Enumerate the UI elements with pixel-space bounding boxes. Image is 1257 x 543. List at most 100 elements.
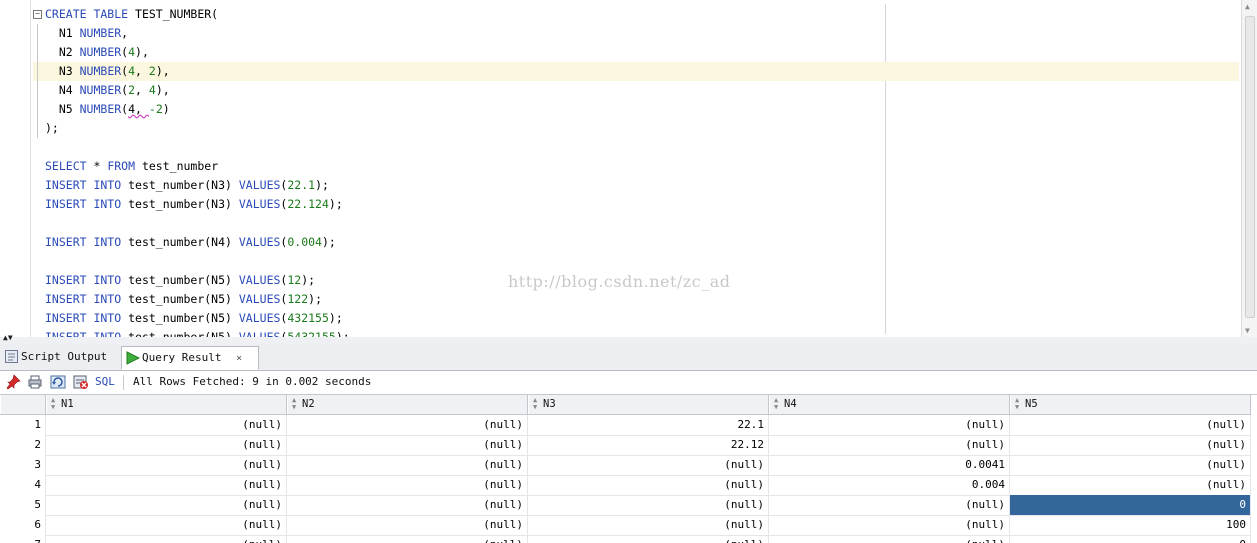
table-cell[interactable]: (null) [46, 535, 287, 543]
sort-icon[interactable]: ▲ ▼ [51, 397, 59, 411]
sort-icon[interactable]: ▲ ▼ [774, 397, 782, 411]
table-cell[interactable]: (null) [769, 415, 1010, 435]
table-cell[interactable]: 22.12 [528, 435, 769, 455]
row-number[interactable]: 6 [0, 515, 46, 535]
sql-worksheet-editor[interactable]: − CREATE TABLE TEST_NUMBER( N1 NUMBER, N2… [0, 0, 1257, 338]
code-line[interactable]: N3 NUMBER(4, 2), [33, 62, 1239, 81]
print-icon[interactable] [27, 374, 43, 390]
table-cell[interactable]: (null) [287, 415, 528, 435]
table-row[interactable]: 3 (null) (null) (null) 0.0041 (null) [0, 455, 1257, 476]
table-cell[interactable]: (null) [528, 515, 769, 535]
table-row[interactable]: 7(null)(null)(null)(null)0 [0, 535, 1257, 543]
code-line[interactable]: INSERT INTO test_number(N5) VALUES(122); [33, 290, 1239, 309]
table-cell[interactable]: (null) [528, 495, 769, 515]
code-token: NUMBER [79, 83, 122, 97]
table-cell[interactable]: 0 [1010, 535, 1251, 543]
scroll-up-icon[interactable]: ▲ [1245, 2, 1250, 11]
scroll-thumb[interactable] [1245, 16, 1255, 318]
table-cell[interactable]: (null) [287, 435, 528, 455]
row-number[interactable]: 3 [0, 455, 46, 475]
code-line[interactable] [33, 214, 1239, 233]
query-result-grid[interactable]: ▲ ▼ N1 ▲ ▼ N2 ▲ ▼ N3 ▲ ▼ N4 ▲ ▼ N5 1 (null) (null) 22… [0, 395, 1257, 543]
code-token: ); [308, 292, 322, 306]
grid-vertical-scrollbar[interactable] [1251, 395, 1257, 543]
code-line[interactable]: SELECT * FROM test_number [33, 157, 1239, 176]
table-cell[interactable]: (null) [769, 495, 1010, 515]
table-cell[interactable]: (null) [46, 415, 287, 435]
column-header-n4[interactable]: ▲ ▼ N4 [769, 395, 1010, 414]
row-number[interactable]: 7 [0, 535, 46, 543]
table-cell[interactable]: (null) [1010, 475, 1251, 495]
code-line[interactable]: N2 NUMBER(4), [33, 43, 1239, 62]
table-cell[interactable]: (null) [1010, 435, 1251, 455]
fetch-status: All Rows Fetched: 9 in 0.002 seconds [133, 375, 372, 388]
tab-query-result[interactable]: Query Result × [121, 346, 259, 370]
table-cell[interactable]: (null) [287, 535, 528, 543]
table-cell[interactable]: (null) [528, 475, 769, 495]
sort-icon[interactable]: ▲ ▼ [1015, 397, 1023, 411]
collapse-arrows-icon[interactable]: ▲▼ [3, 334, 13, 342]
sort-icon[interactable]: ▲ ▼ [292, 397, 300, 411]
code-line[interactable]: INSERT INTO test_number(N4) VALUES(0.004… [33, 233, 1239, 252]
table-cell[interactable]: (null) [287, 495, 528, 515]
table-row[interactable]: 1 (null) (null) 22.1 (null) (null) [0, 415, 1257, 436]
table-cell[interactable]: (null) [46, 495, 287, 515]
table-cell[interactable]: (null) [528, 535, 769, 543]
table-cell[interactable]: 22.1 [528, 415, 769, 435]
panel-splitter[interactable]: ▲▼ [0, 334, 1257, 344]
table-cell[interactable]: (null) [46, 515, 287, 535]
scroll-down-icon[interactable]: ▼ [1245, 326, 1250, 335]
row-number[interactable]: 1 [0, 415, 46, 435]
code-line[interactable]: INSERT INTO test_number(N3) VALUES(22.12… [33, 195, 1239, 214]
sql-button[interactable]: SQL [95, 375, 115, 388]
refresh-icon[interactable] [50, 374, 66, 390]
column-header-n3[interactable]: ▲ ▼ N3 [528, 395, 769, 414]
table-cell[interactable]: (null) [528, 455, 769, 475]
table-cell[interactable]: (null) [769, 435, 1010, 455]
table-row[interactable]: 4 (null) (null) (null) 0.004 (null) [0, 475, 1257, 496]
code-line[interactable]: N5 NUMBER(4, -2) [33, 100, 1239, 119]
row-number[interactable]: 5 [0, 495, 46, 515]
line-gutter [0, 0, 31, 337]
column-header-n1[interactable]: ▲ ▼ N1 [46, 395, 287, 414]
code-line[interactable]: ); [33, 119, 1239, 138]
cancel-query-icon[interactable] [73, 374, 89, 390]
code-line[interactable] [33, 252, 1239, 271]
column-header-n5[interactable]: ▲ ▼ N5 [1010, 395, 1251, 414]
sort-icon[interactable]: ▲ ▼ [533, 397, 541, 411]
table-cell[interactable]: (null) [46, 475, 287, 495]
code-line[interactable]: INSERT INTO test_number(N3) VALUES(22.1)… [33, 176, 1239, 195]
table-cell[interactable]: (null) [769, 535, 1010, 543]
table-cell[interactable]: 0.0041 [769, 455, 1010, 475]
row-number[interactable]: 2 [0, 435, 46, 455]
code-token: ), [155, 64, 170, 78]
pin-icon[interactable] [5, 374, 21, 390]
table-cell[interactable]: (null) [287, 515, 528, 535]
table-row[interactable]: 2 (null) (null) 22.12 (null) (null) [0, 435, 1257, 456]
table-cell[interactable]: (null) [769, 515, 1010, 535]
table-row[interactable]: 5 (null) (null) (null) (null) 0 [0, 495, 1257, 516]
table-cell[interactable]: (null) [287, 455, 528, 475]
close-icon[interactable]: × [236, 353, 242, 364]
code-line[interactable]: − CREATE TABLE TEST_NUMBER( [33, 5, 1239, 24]
table-cell[interactable]: (null) [1010, 415, 1251, 435]
row-number[interactable]: 4 [0, 475, 46, 495]
code-token: 2 [148, 64, 156, 78]
table-cell[interactable]: 0.004 [769, 475, 1010, 495]
column-header-n2[interactable]: ▲ ▼ N2 [287, 395, 528, 414]
table-cell[interactable]: 0 [1010, 495, 1251, 515]
table-cell[interactable]: (null) [287, 475, 528, 495]
table-row[interactable]: 6 (null) (null) (null) (null) 100 [0, 515, 1257, 536]
table-cell[interactable]: (null) [46, 455, 287, 475]
code-line[interactable]: N4 NUMBER(2, 4), [33, 81, 1239, 100]
table-cell[interactable]: (null) [46, 435, 287, 455]
code-token: test_number(N5) [121, 273, 239, 287]
code-line[interactable]: N1 NUMBER, [33, 24, 1239, 43]
editor-vertical-scrollbar[interactable]: ▲ ▼ [1241, 0, 1257, 337]
code-line[interactable]: INSERT INTO test_number(N5) VALUES(43215… [33, 309, 1239, 328]
table-cell[interactable]: (null) [1010, 455, 1251, 475]
fold-toggle-icon[interactable]: − [33, 10, 42, 19]
code-line[interactable] [33, 138, 1239, 157]
table-cell[interactable]: 100 [1010, 515, 1251, 535]
tab-script-output[interactable]: Script Output × [1, 346, 127, 385]
